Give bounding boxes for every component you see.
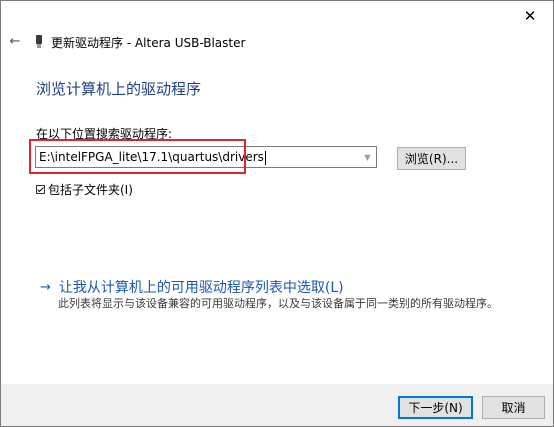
include-subfolders-option[interactable]: 包括子文件夹(I)	[36, 181, 133, 198]
search-location-label: 在以下位置搜索驱动程序:	[36, 127, 173, 141]
include-subfolders-label: 包括子文件夹(I)	[48, 183, 133, 197]
driver-path-value: E:\intelFPGA_lite\17.1\quartus\drivers	[39, 150, 264, 164]
page-heading: 浏览计算机上的驱动程序	[36, 80, 202, 98]
close-icon: ✕	[523, 7, 537, 25]
cancel-button[interactable]: 取消	[482, 396, 545, 419]
driver-path-input[interactable]: E:\intelFPGA_lite\17.1\quartus\drivers	[35, 146, 377, 168]
pick-from-list-link[interactable]: 让我从计算机上的可用驱动程序列表中选取(L)	[59, 277, 344, 297]
path-dropdown-button[interactable]: ▼	[359, 147, 376, 167]
pick-from-list-option[interactable]: → 让我从计算机上的可用驱动程序列表中选取(L)	[40, 277, 344, 297]
window-title: 更新驱动程序 - Altera USB-Blaster	[51, 36, 246, 50]
back-button[interactable]: ←	[7, 33, 23, 49]
chevron-down-icon: ▼	[364, 152, 371, 162]
next-button[interactable]: 下一步(N)	[398, 396, 473, 419]
back-arrow-icon: ←	[9, 33, 21, 49]
dialog-footer: 下一步(N) 取消	[1, 384, 553, 426]
arrow-right-icon: →	[40, 279, 51, 295]
usb-device-icon	[36, 35, 42, 48]
pick-from-list-description: 此列表将显示与该设备兼容的可用驱动程序，以及与该设备属于同一类别的所有驱动程序。	[58, 297, 498, 310]
include-subfolders-checkbox[interactable]	[36, 185, 45, 194]
update-driver-dialog: ✕ ← 更新驱动程序 - Altera USB-Blaster 浏览计算机上的驱…	[0, 0, 554, 427]
browse-button[interactable]: 浏览(R)...	[397, 147, 466, 170]
text-cursor	[264, 150, 266, 165]
close-button[interactable]: ✕	[507, 1, 553, 31]
